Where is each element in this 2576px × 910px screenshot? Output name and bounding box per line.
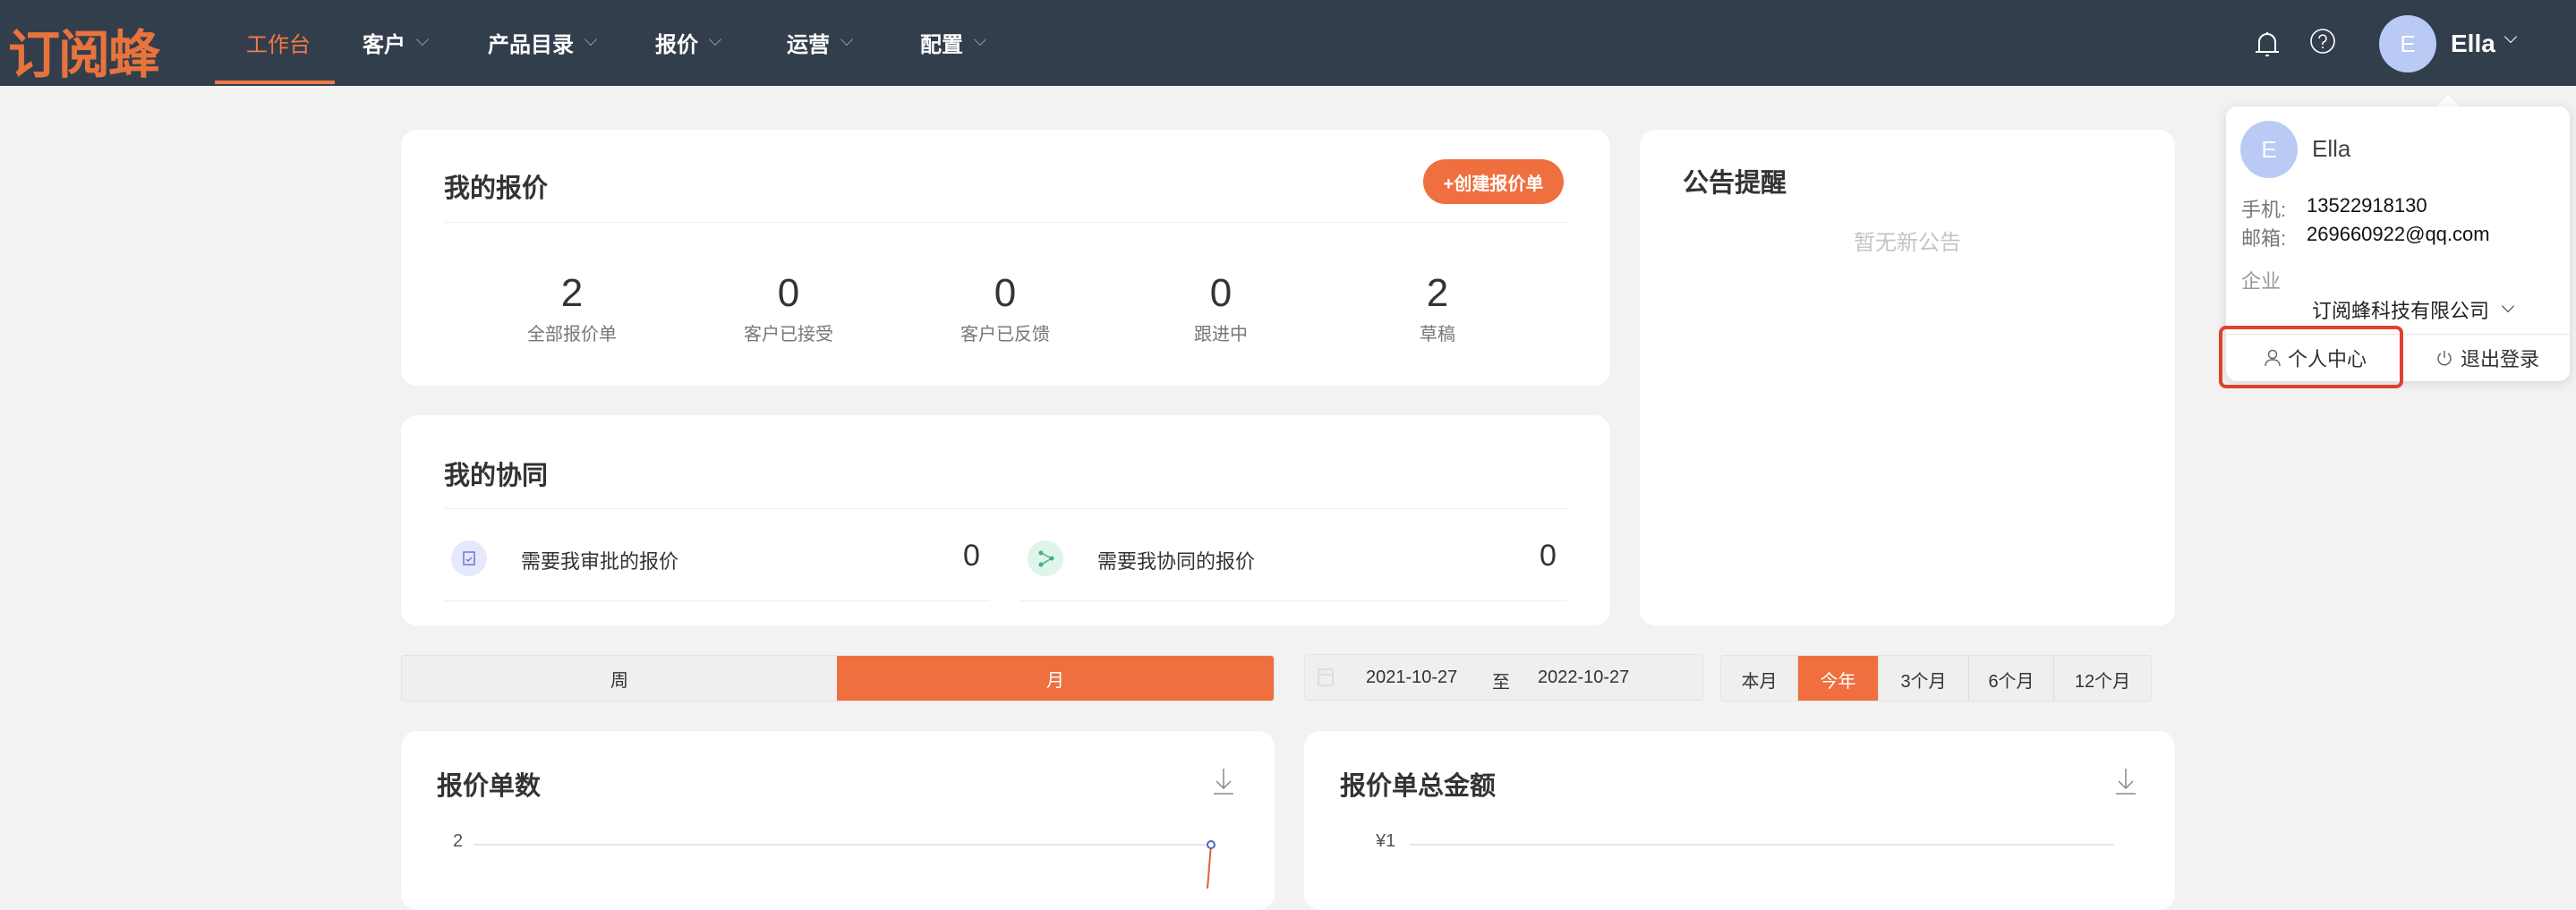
notice-card: 公告提醒 暂无新公告 xyxy=(1640,130,2175,625)
card-title: 报价单数 xyxy=(437,772,542,801)
divider xyxy=(444,222,1567,223)
quote-amount-chart-card: 报价单总金额 ¥1 xyxy=(1304,731,2175,910)
nav-label: 客户 xyxy=(363,33,405,57)
stat-label: 草稿 xyxy=(1420,325,1455,344)
nav-quotes[interactable]: 报价 xyxy=(655,27,722,58)
stat-all-quotes[interactable]: 2 全部报价单 xyxy=(482,271,661,345)
chevron-down-icon xyxy=(973,32,987,46)
data-point xyxy=(1207,840,1215,849)
range-3-months[interactable]: 3个月 xyxy=(1879,656,1969,701)
range-this-year[interactable]: 今年 xyxy=(1798,656,1879,701)
help-icon[interactable] xyxy=(2309,28,2336,55)
top-nav-bar: 订阅蜂 工作台 客户 产品目录 报价 运营 配置 E Ella xyxy=(0,0,2576,86)
company-label: 企业 xyxy=(2241,270,2282,293)
download-icon[interactable] xyxy=(2114,767,2137,795)
item-label: 需要我审批的报价 xyxy=(521,550,679,573)
calendar-icon xyxy=(1318,668,1334,686)
stat-following[interactable]: 0 跟进中 xyxy=(1131,271,1310,345)
gridline xyxy=(473,844,1211,846)
chevron-down-icon xyxy=(415,32,430,46)
stat-label: 客户已接受 xyxy=(744,325,833,344)
stat-label: 跟进中 xyxy=(1194,325,1248,344)
period-week[interactable]: 周 xyxy=(402,656,837,701)
stat-value: 0 xyxy=(994,271,1017,315)
logo[interactable]: 订阅蜂 xyxy=(8,13,160,88)
approve-icon xyxy=(451,540,487,576)
email-value: 269660922@qq.com xyxy=(2307,223,2490,245)
y-axis-tick: ¥1 xyxy=(1376,831,1396,851)
phone-label: 手机: xyxy=(2241,199,2287,221)
nav-customers[interactable]: 客户 xyxy=(363,27,430,58)
chevron-down-icon xyxy=(2501,299,2515,313)
y-axis-tick: 2 xyxy=(453,831,464,851)
stat-value: 0 xyxy=(777,271,800,315)
date-to[interactable]: 2022-10-27 xyxy=(1538,668,1629,688)
nav-label: 报价 xyxy=(655,33,698,57)
chevron-down-icon xyxy=(584,32,598,46)
nav-label: 配置 xyxy=(920,33,963,57)
stat-accepted[interactable]: 0 客户已接受 xyxy=(699,271,878,345)
logout-label: 退出登录 xyxy=(2460,348,2539,370)
range-6-months[interactable]: 6个月 xyxy=(1969,656,2054,701)
email-label: 邮箱: xyxy=(2241,227,2287,250)
gridline xyxy=(1410,844,2114,846)
dropdown-user-name: Ella xyxy=(2312,135,2351,162)
stat-value: 0 xyxy=(1209,271,1233,315)
company-select[interactable]: 订阅蜂科技有限公司 xyxy=(2312,295,2515,324)
nav-settings[interactable]: 配置 xyxy=(920,27,987,58)
chevron-down-icon xyxy=(840,32,854,46)
power-icon xyxy=(2437,351,2452,366)
date-from[interactable]: 2021-10-27 xyxy=(1366,668,1457,688)
collab-item[interactable]: 需要我协同的报价 0 xyxy=(1020,533,1566,601)
highlight-box xyxy=(2219,326,2403,388)
nav-label: 产品目录 xyxy=(488,33,574,57)
nav-operations[interactable]: 运营 xyxy=(787,27,854,58)
period-toggle: 周 月 xyxy=(401,655,1275,702)
user-name[interactable]: Ella xyxy=(2451,30,2495,58)
stat-value: 2 xyxy=(560,271,584,315)
card-title: 公告提醒 xyxy=(1683,169,1787,198)
quick-range-group: 本月 今年 3个月 6个月 12个月 xyxy=(1720,655,2152,702)
share-icon xyxy=(1028,540,1063,576)
stat-label: 全部报价单 xyxy=(527,325,617,344)
empty-notice-text: 暂无新公告 xyxy=(1854,231,1961,255)
nav-label: 运营 xyxy=(787,33,830,57)
stat-feedback[interactable]: 0 客户已反馈 xyxy=(916,271,1095,345)
chevron-down-icon xyxy=(708,32,722,46)
dropdown-avatar: E xyxy=(2240,121,2298,178)
stat-label: 客户已反馈 xyxy=(960,325,1050,344)
nav-workbench[interactable]: 工作台 xyxy=(246,27,311,58)
active-tab-indicator xyxy=(215,81,335,84)
item-count: 0 xyxy=(963,539,980,573)
my-collab-card: 我的协同 需要我审批的报价 0 需要我协同的报价 0 xyxy=(401,415,1610,625)
stat-drafts[interactable]: 2 草稿 xyxy=(1348,271,1527,345)
card-title: 我的协同 xyxy=(444,462,549,490)
period-month[interactable]: 月 xyxy=(837,656,1274,701)
logout-button[interactable]: 退出登录 xyxy=(2405,335,2570,381)
bell-icon[interactable] xyxy=(2254,29,2281,59)
user-avatar[interactable]: E xyxy=(2379,15,2436,72)
date-separator: 至 xyxy=(1492,673,1510,693)
stat-value: 2 xyxy=(1426,271,1449,315)
item-label: 需要我协同的报价 xyxy=(1097,550,1256,573)
nav-product-catalog[interactable]: 产品目录 xyxy=(488,27,598,58)
divider xyxy=(444,508,1567,509)
date-range-picker[interactable]: 2021-10-27 至 2022-10-27 xyxy=(1304,654,1703,701)
item-count: 0 xyxy=(1540,539,1557,573)
phone-value: 13522918130 xyxy=(2307,194,2427,217)
range-12-months[interactable]: 12个月 xyxy=(2054,656,2151,701)
approval-item[interactable]: 需要我审批的报价 0 xyxy=(444,533,990,601)
quote-count-chart-card: 报价单数 2 xyxy=(401,731,1275,910)
range-this-month[interactable]: 本月 xyxy=(1721,656,1798,701)
data-series xyxy=(1207,840,1215,889)
nav-label: 工作台 xyxy=(246,33,311,57)
card-title: 我的报价 xyxy=(444,174,549,203)
create-quote-button[interactable]: +创建报价单 xyxy=(1423,159,1564,204)
company-name: 订阅蜂科技有限公司 xyxy=(2312,300,2490,322)
download-icon[interactable] xyxy=(1212,767,1235,795)
chevron-down-icon[interactable] xyxy=(2503,30,2518,44)
card-title: 报价单总金额 xyxy=(1340,772,1497,801)
